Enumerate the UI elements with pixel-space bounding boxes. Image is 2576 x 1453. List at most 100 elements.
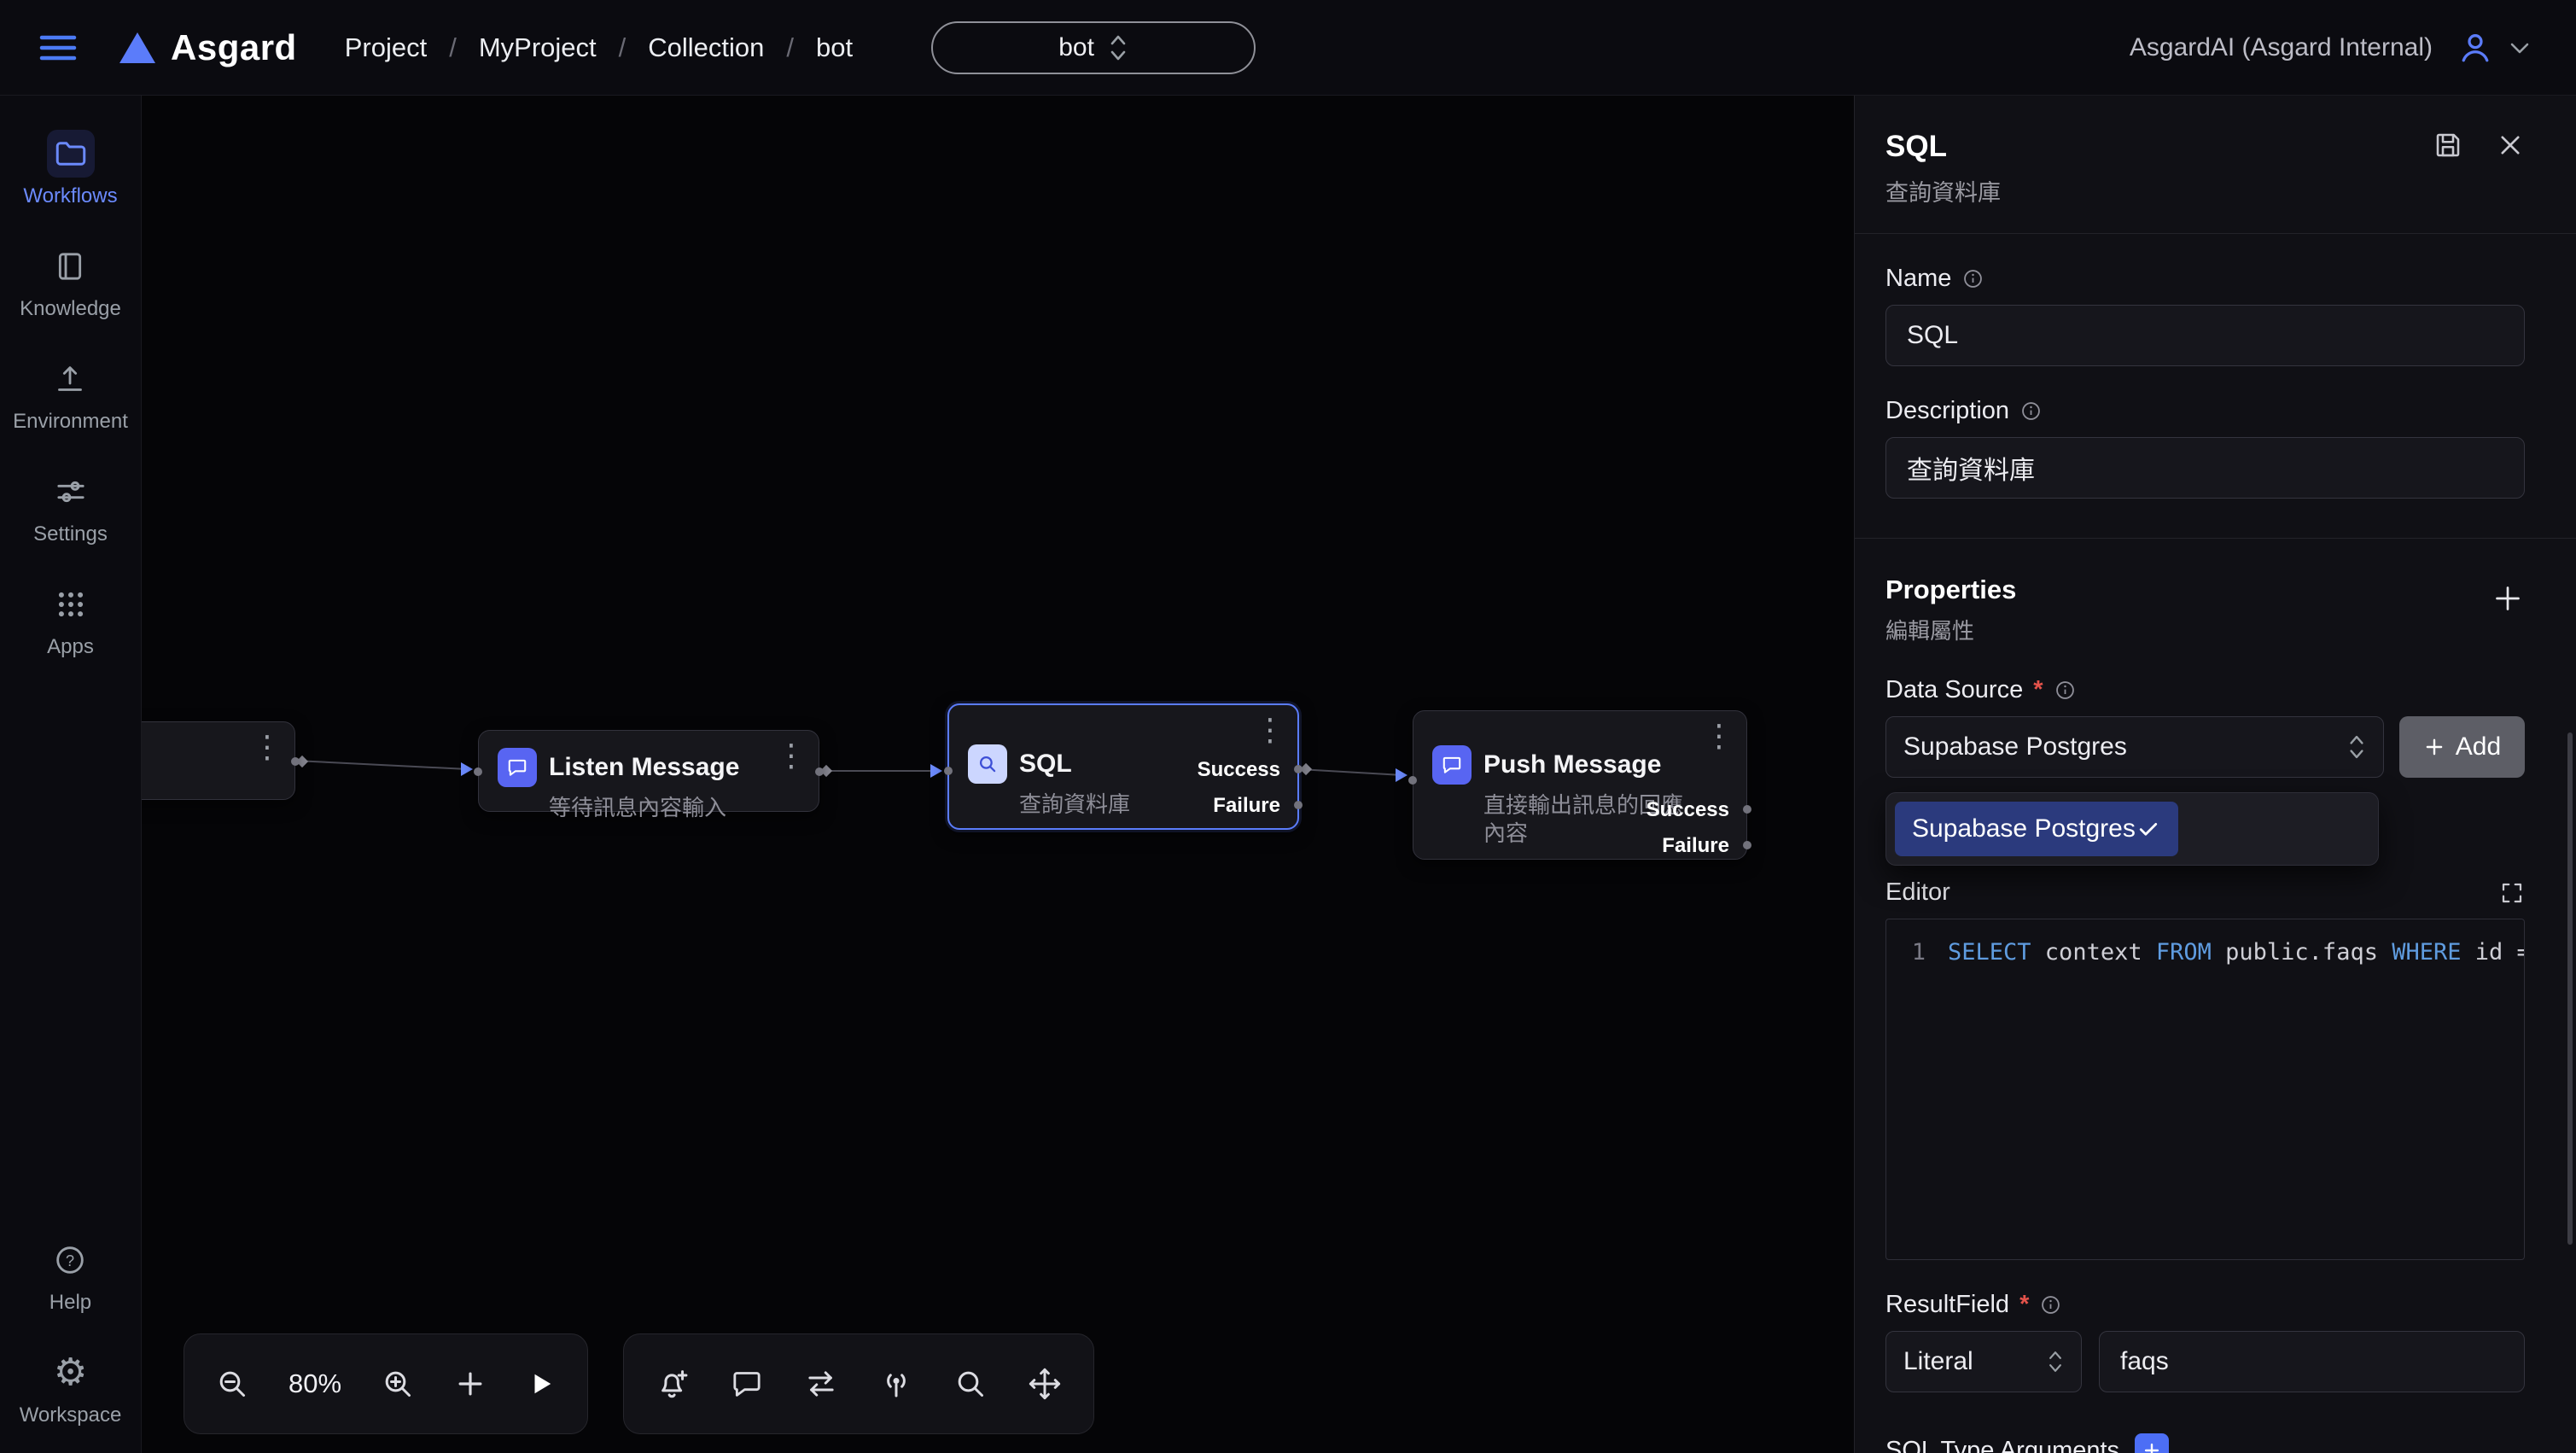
failure-handle[interactable]: [1743, 841, 1751, 849]
divider: [1855, 538, 2576, 539]
plus-icon: [2423, 736, 2445, 758]
input-handle[interactable]: [1408, 776, 1417, 785]
search-button[interactable]: [953, 1367, 988, 1401]
required-asterisk: *: [2033, 676, 2043, 704]
sidebar: Workflows Knowledge Environment Settings: [0, 96, 142, 1453]
sliders-icon: [47, 468, 95, 516]
result-field-type-select[interactable]: Literal: [1885, 1331, 2082, 1392]
move-button[interactable]: [1027, 1366, 1063, 1402]
success-handle[interactable]: [1743, 805, 1751, 814]
input-handle[interactable]: [944, 767, 953, 775]
run-button[interactable]: [526, 1368, 557, 1399]
failure-port[interactable]: Failure: [1662, 834, 1729, 858]
dropdown-option-label: Supabase Postgres: [1912, 814, 2136, 843]
apps-grid-icon: [47, 581, 95, 628]
data-source-select[interactable]: Supabase Postgres: [1885, 716, 2384, 778]
result-field-input[interactable]: [2099, 1331, 2525, 1392]
workflow-canvas[interactable]: ⋮ Listen Message 等待訊息內容輸入 ⋮: [142, 96, 1854, 1453]
close-button[interactable]: [2496, 131, 2525, 160]
info-icon[interactable]: [2019, 400, 2043, 423]
expand-editor-button[interactable]: [2499, 880, 2525, 906]
hamburger-menu-button[interactable]: [39, 33, 77, 62]
success-port[interactable]: Success: [1198, 758, 1280, 782]
description-input[interactable]: [1885, 437, 2525, 499]
add-node-button[interactable]: [454, 1368, 487, 1400]
swap-arrows-button[interactable]: [803, 1366, 839, 1402]
node-partial[interactable]: ⋮: [142, 721, 295, 800]
notification-add-button[interactable]: [655, 1366, 691, 1402]
sidebar-item-help[interactable]: ? Help: [46, 1236, 94, 1315]
panel-scrollbar[interactable]: [2567, 732, 2573, 1245]
upload-icon: [46, 355, 94, 403]
breadcrumb-bot[interactable]: bot: [816, 32, 853, 63]
properties-header: Properties 編輯屬性: [1885, 575, 2525, 645]
input-handle[interactable]: [474, 767, 482, 776]
data-source-label: Data Source: [1885, 676, 2023, 704]
sidebar-item-settings[interactable]: Settings: [33, 468, 108, 546]
properties-panel: SQL 查詢資料庫: [1854, 96, 2576, 1453]
add-data-source-button[interactable]: Add: [2399, 716, 2525, 778]
properties-title: Properties: [1885, 575, 2016, 605]
dropdown-option-supabase-postgres[interactable]: Supabase Postgres: [1895, 802, 2178, 856]
add-property-button[interactable]: [2491, 581, 2525, 616]
node-listen-message[interactable]: Listen Message 等待訊息內容輸入 ⋮: [478, 730, 819, 812]
node-menu-button[interactable]: ⋮: [252, 732, 283, 763]
zoom-out-icon: [215, 1367, 249, 1401]
result-field-row: Literal: [1885, 1331, 2525, 1392]
save-button[interactable]: [2433, 130, 2463, 160]
node-push-message[interactable]: Push Message 直接輸出訊息的回應內容 ⋮ Success Failu…: [1413, 710, 1747, 860]
properties-subtitle: 編輯屬性: [1885, 614, 2016, 645]
sidebar-item-workspace[interactable]: ⚙ Workspace: [20, 1349, 122, 1427]
broadcast-button[interactable]: [878, 1366, 914, 1402]
result-field-type-value: Literal: [1903, 1347, 1973, 1376]
breadcrumb-separator: /: [619, 32, 627, 63]
folder-icon: [47, 130, 95, 178]
chat-icon: [1432, 745, 1472, 785]
sidebar-item-environment[interactable]: Environment: [13, 355, 128, 434]
info-icon[interactable]: [2039, 1293, 2062, 1316]
sql-type-arguments-label: SQL Type Arguments: [1885, 1437, 2119, 1453]
breadcrumb-collection[interactable]: Collection: [648, 32, 764, 63]
sidebar-item-label: Knowledge: [20, 297, 121, 321]
sidebar-item-label: Apps: [47, 635, 94, 659]
output-handle[interactable]: [291, 757, 300, 766]
description-label-row: Description: [1885, 397, 2525, 425]
name-input[interactable]: [1885, 305, 2525, 366]
data-source-value: Supabase Postgres: [1903, 732, 2127, 762]
panel-title: SQL: [1885, 130, 2001, 164]
result-field-label: ResultField: [1885, 1291, 2009, 1319]
app: Asgard Project / MyProject / Collection …: [0, 0, 2576, 1453]
sidebar-item-apps[interactable]: Apps: [47, 581, 95, 659]
comment-button[interactable]: [730, 1367, 764, 1401]
breadcrumb-project[interactable]: Project: [345, 32, 427, 63]
sidebar-item-knowledge[interactable]: Knowledge: [20, 242, 121, 321]
node-subtitle: 等待訊息內容輸入: [549, 794, 800, 822]
breadcrumb-myproject[interactable]: MyProject: [479, 32, 597, 63]
failure-handle[interactable]: [1294, 801, 1303, 809]
node-menu-button[interactable]: ⋮: [1704, 721, 1734, 752]
workflow-select[interactable]: bot: [931, 21, 1256, 74]
user-menu-button[interactable]: [2457, 29, 2532, 67]
plus-icon: [2142, 1441, 2161, 1453]
output-handle[interactable]: [815, 767, 824, 776]
add-sql-type-argument-button[interactable]: [2135, 1433, 2169, 1453]
save-icon: [2433, 130, 2463, 160]
info-icon[interactable]: [2054, 679, 2077, 702]
name-label: Name: [1885, 265, 1951, 293]
node-sql[interactable]: SQL 查詢資料庫 ⋮ Success Failure: [947, 703, 1299, 830]
success-handle[interactable]: [1294, 765, 1303, 773]
node-menu-button[interactable]: ⋮: [776, 741, 807, 772]
panel-subtitle: 查詢資料庫: [1885, 174, 2001, 207]
logo: Asgard: [118, 27, 297, 68]
success-port[interactable]: Success: [1646, 798, 1729, 822]
node-menu-button[interactable]: ⋮: [1255, 715, 1285, 746]
zoom-in-button[interactable]: [381, 1367, 415, 1401]
zoom-out-button[interactable]: [215, 1367, 249, 1401]
sidebar-footer: ? Help ⚙ Workspace: [20, 1236, 122, 1427]
failure-port[interactable]: Failure: [1213, 794, 1280, 818]
required-asterisk: *: [2019, 1291, 2029, 1319]
search-icon: [968, 744, 1007, 784]
sql-editor[interactable]: 1 SELECT context FROM public.faqs WHERE …: [1885, 919, 2525, 1260]
info-icon[interactable]: [1961, 267, 1984, 290]
sidebar-item-workflows[interactable]: Workflows: [23, 130, 117, 208]
